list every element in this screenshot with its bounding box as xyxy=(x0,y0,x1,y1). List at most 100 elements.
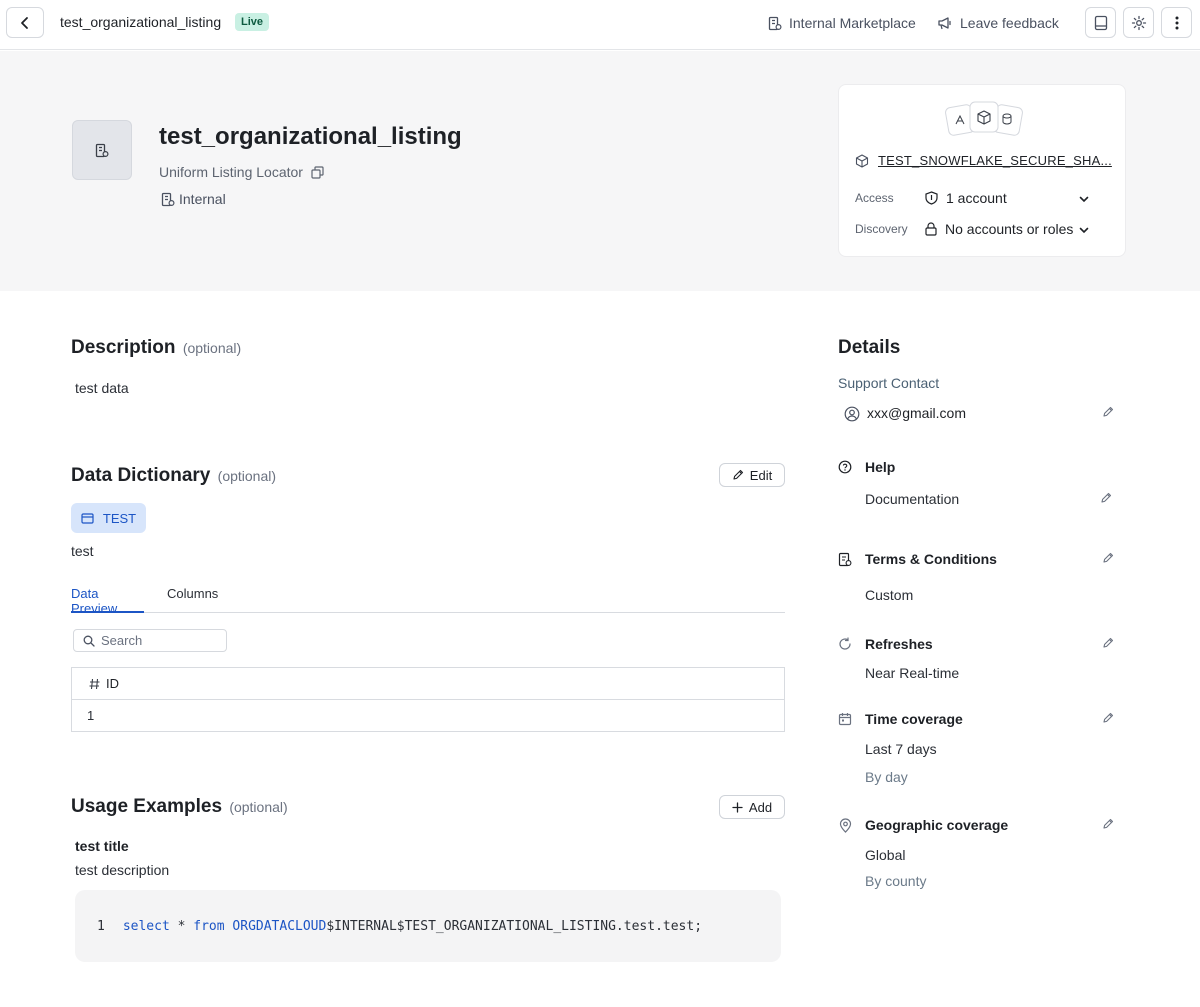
search-input[interactable] xyxy=(101,633,211,648)
access-value: 1 account xyxy=(946,190,1007,206)
optional-label: (optional) xyxy=(182,340,242,356)
object-chip-test[interactable]: TEST xyxy=(71,503,146,533)
hash-icon xyxy=(89,678,100,689)
building-icon xyxy=(95,143,109,157)
terms-row: Terms & Conditions xyxy=(838,550,1120,572)
add-label: Add xyxy=(748,799,773,815)
code-star: * xyxy=(169,918,194,934)
help-row: Help xyxy=(838,458,1120,480)
panel-icon xyxy=(1094,15,1107,30)
description-text[interactable]: test data xyxy=(75,380,129,396)
table-header: ID xyxy=(72,668,784,700)
geo-coverage-label: Geographic coverage xyxy=(865,817,1009,833)
listing-title: test_organizational_listing xyxy=(159,123,462,150)
code-block[interactable]: 1 select * from ORGDATACLOUD $INTERNAL$TE… xyxy=(75,890,781,962)
line-number: 1 xyxy=(97,918,105,934)
copy-icon[interactable] xyxy=(311,165,324,179)
pencil-icon[interactable] xyxy=(1102,712,1114,724)
status-badge: Live xyxy=(235,13,270,31)
building-icon xyxy=(161,192,175,206)
example-description: test description xyxy=(75,862,170,878)
more-options-button[interactable] xyxy=(1161,7,1192,38)
description-heading: Description (optional) xyxy=(71,337,241,359)
access-label: Access xyxy=(855,191,894,205)
top-bar: test_organizational_listing Live Interna… xyxy=(0,0,1200,50)
share-card: TEST_SNOWFLAKE_SECURE_SHA... Access 1 ac… xyxy=(838,84,1126,257)
table-row: 1 xyxy=(72,700,784,731)
gear-icon xyxy=(1131,15,1146,30)
discovery-dropdown[interactable]: No accounts or roles xyxy=(925,221,1109,237)
discovery-value: No accounts or roles xyxy=(945,221,1074,237)
details-heading: Details xyxy=(838,337,901,358)
refreshes-value: Near Real-time xyxy=(865,665,960,681)
help-label: Help xyxy=(865,459,896,475)
share-name: TEST_SNOWFLAKE_SECURE_SHA... xyxy=(878,153,1112,168)
column-header-id[interactable]: ID xyxy=(106,676,119,691)
time-coverage-granularity: By day xyxy=(865,769,908,785)
code-keyword-from: from xyxy=(193,918,225,934)
visibility-label: Internal xyxy=(179,191,226,207)
data-preview-table: ID 1 xyxy=(71,667,785,732)
pencil-icon[interactable] xyxy=(1100,492,1112,504)
panel-toggle-button[interactable] xyxy=(1085,7,1116,38)
object-description: test xyxy=(71,543,94,559)
description-title: Description xyxy=(71,337,176,358)
tab-columns[interactable]: Columns xyxy=(167,586,218,613)
optional-label: (optional) xyxy=(229,799,288,815)
visibility-tag: Internal xyxy=(161,191,226,207)
example-title: test title xyxy=(75,838,129,854)
code-keyword-select: select xyxy=(122,918,170,934)
location-pin-icon xyxy=(839,818,852,833)
search-box xyxy=(73,629,227,652)
support-email: xxx@gmail.com xyxy=(867,405,967,421)
terms-label: Terms & Conditions xyxy=(865,551,997,567)
locator-label: Uniform Listing Locator xyxy=(159,164,303,180)
back-button[interactable] xyxy=(6,7,44,38)
plus-icon xyxy=(732,801,743,813)
pencil-icon[interactable] xyxy=(1102,552,1114,564)
geo-coverage-row: Geographic coverage xyxy=(838,816,1120,838)
support-contact-label: Support Contact xyxy=(838,375,940,391)
usage-examples-heading: Usage Examples (optional) xyxy=(71,796,288,818)
support-contact-row: xxx@gmail.com xyxy=(838,404,1120,426)
pencil-icon[interactable] xyxy=(1102,406,1114,418)
shield-icon xyxy=(925,191,938,205)
pencil-icon[interactable] xyxy=(1102,637,1114,649)
edit-label: Edit xyxy=(749,467,773,483)
internal-marketplace-label: Internal Marketplace xyxy=(789,15,916,31)
shared-objects-illustration xyxy=(945,101,1023,136)
tab-data-preview[interactable]: Data Preview xyxy=(71,586,144,616)
add-example-button[interactable]: Add xyxy=(719,795,785,819)
time-coverage-label: Time coverage xyxy=(865,711,963,727)
refresh-icon xyxy=(839,637,851,650)
pencil-icon[interactable] xyxy=(1102,818,1114,830)
lock-icon xyxy=(925,222,937,236)
time-coverage-value: Last 7 days xyxy=(865,741,937,757)
document-terms-icon xyxy=(838,552,852,567)
chevron-down-icon xyxy=(1079,227,1089,234)
data-dictionary-heading: Data Dictionary (optional) xyxy=(71,465,276,487)
help-value: Documentation xyxy=(865,491,960,507)
optional-label: (optional) xyxy=(217,468,277,484)
data-dictionary-tabs: Data Preview Columns xyxy=(71,586,785,616)
access-dropdown[interactable]: 1 account xyxy=(925,190,1109,206)
share-link[interactable]: TEST_SNOWFLAKE_SECURE_SHA... xyxy=(855,153,1112,168)
leave-feedback-link[interactable]: Leave feedback xyxy=(937,15,1059,31)
listing-thumbnail xyxy=(72,120,132,180)
page-title: test_organizational_listing xyxy=(60,14,222,30)
internal-marketplace-link[interactable]: Internal Marketplace xyxy=(768,15,916,31)
settings-button[interactable] xyxy=(1123,7,1154,38)
refreshes-label: Refreshes xyxy=(865,636,933,652)
question-circle-icon xyxy=(838,460,852,474)
calendar-icon xyxy=(838,713,852,726)
leave-feedback-label: Leave feedback xyxy=(960,15,1059,31)
pencil-icon xyxy=(733,469,743,480)
table-cell: 1 xyxy=(87,708,95,723)
kebab-menu-icon xyxy=(1175,16,1178,29)
edit-button[interactable]: Edit xyxy=(719,463,785,487)
object-chip-label: TEST xyxy=(102,510,137,526)
chevron-left-icon xyxy=(21,16,28,29)
code-object-path: $INTERNAL$TEST_ORGANIZATIONAL_LISTING.te… xyxy=(326,918,703,934)
building-icon xyxy=(768,16,782,30)
code-database: ORGDATACLOUD xyxy=(224,918,327,934)
